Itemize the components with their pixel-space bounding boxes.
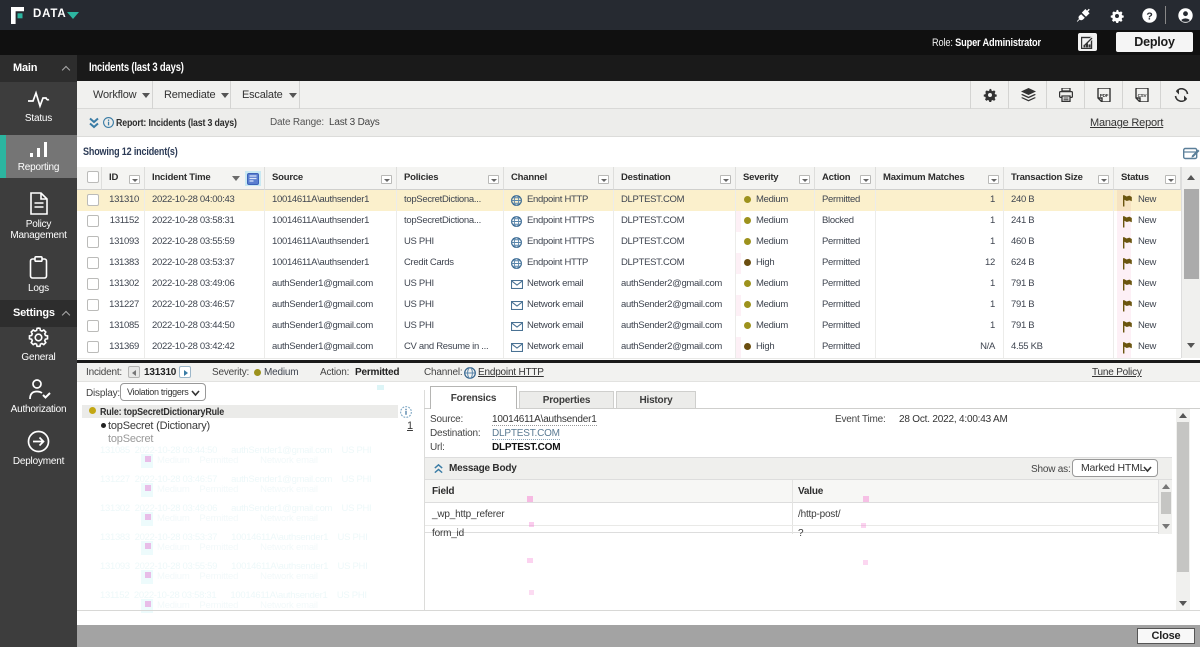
svg-text:PDF: PDF bbox=[1100, 93, 1109, 98]
svg-text:?: ? bbox=[1146, 10, 1152, 22]
svg-text:CSV: CSV bbox=[1138, 93, 1148, 98]
